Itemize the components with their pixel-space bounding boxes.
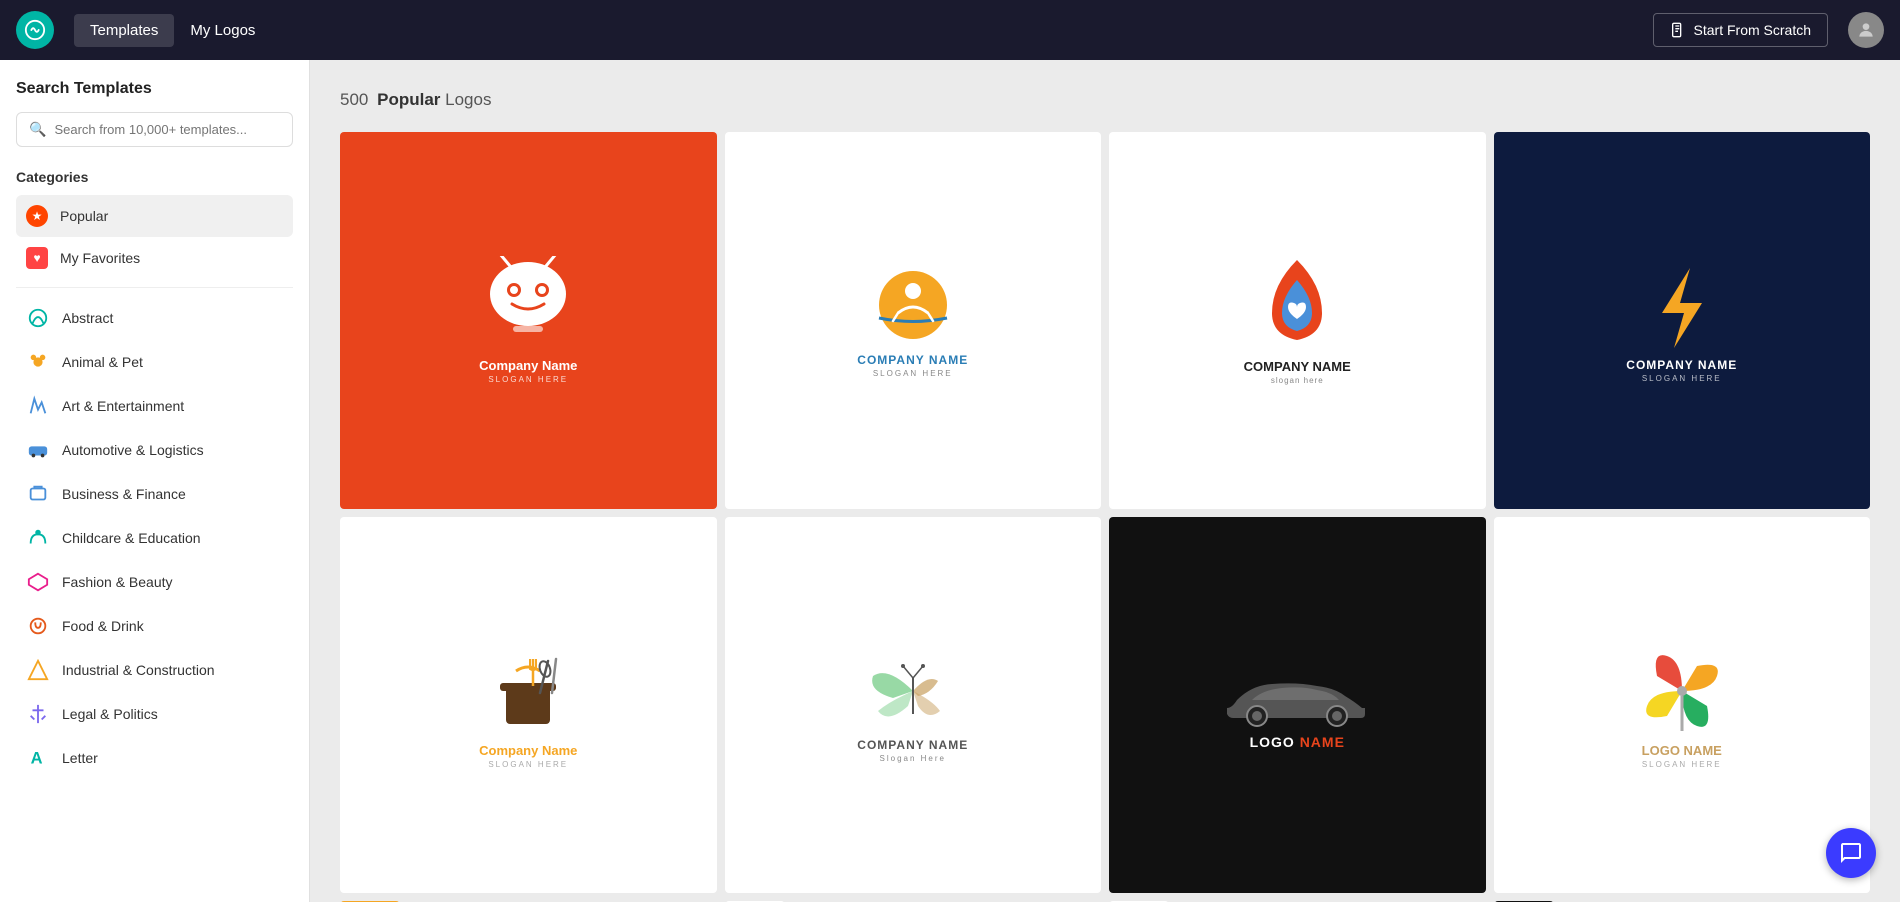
logo-card-5[interactable]: Company Name SLOGAN HERE [340,517,717,894]
abstract-icon [26,306,50,330]
childcare-icon [26,526,50,550]
legal-icon [26,702,50,726]
sidebar-item-letter[interactable]: A Letter [16,736,293,780]
category-label-industrial: Industrial & Construction [62,662,215,678]
main-layout: Search Templates 🔍 Categories ★ Popular … [0,60,1900,902]
search-icon: 🔍 [29,121,46,138]
sidebar-item-my-favorites[interactable]: ♥ My Favorites [16,237,293,279]
logo-card-8[interactable]: LOGO NAME SLOGAN HERE [1494,517,1871,894]
sidebar-item-food-drink[interactable]: Food & Drink [16,604,293,648]
logo-card-4[interactable]: COMPANY NAME SLOGAN HERE [1494,132,1871,509]
sidebar-title: Search Templates [16,80,293,98]
logo-grid: Company Name SLOGAN HERE [340,132,1870,902]
business-icon [26,482,50,506]
results-suffix: Logos [445,90,491,109]
category-label-abstract: Abstract [62,310,113,326]
category-label-childcare: Childcare & Education [62,530,201,546]
nav-templates[interactable]: Templates [74,14,174,47]
header-nav: Templates My Logos [74,14,271,47]
category-label-legal: Legal & Politics [62,706,158,722]
category-label-fashion: Fashion & Beauty [62,574,173,590]
category-label-my-favorites: My Favorites [60,250,140,266]
automotive-icon [26,438,50,462]
category-label-automotive: Automotive & Logistics [62,442,204,458]
sidebar-item-animal-pet[interactable]: Animal & Pet [16,340,293,384]
sidebar-item-art-entertainment[interactable]: Art & Entertainment [16,384,293,428]
category-label-popular: Popular [60,208,108,224]
sidebar-item-automotive[interactable]: Automotive & Logistics [16,428,293,472]
content-area: 500 Popular Logos [310,60,1900,902]
logo-card-3[interactable]: COMPANY NAME slogan here [1109,132,1486,509]
category-label-letter: Letter [62,750,98,766]
sidebar-item-industrial[interactable]: Industrial & Construction [16,648,293,692]
category-label-food-drink: Food & Drink [62,618,144,634]
sidebar-item-childcare-education[interactable]: Childcare & Education [16,516,293,560]
divider-1 [16,287,293,288]
category-label-animal-pet: Animal & Pet [62,354,143,370]
logo-card-1[interactable]: Company Name SLOGAN HERE [340,132,717,509]
art-icon [26,394,50,418]
app-logo[interactable] [16,11,54,49]
popular-icon: ★ [26,205,48,227]
category-label-business-finance: Business & Finance [62,486,186,502]
logo-card-6[interactable]: COMPANY NAME Slogan Here [725,517,1102,894]
user-avatar[interactable] [1848,12,1884,48]
sidebar-item-popular[interactable]: ★ Popular [16,195,293,237]
chat-bubble-button[interactable] [1826,828,1876,878]
category-label-art: Art & Entertainment [62,398,184,414]
sidebar: Search Templates 🔍 Categories ★ Popular … [0,60,310,902]
results-count: 500 [340,90,368,109]
fashion-icon [26,570,50,594]
industrial-icon [26,658,50,682]
letter-icon: A [26,746,50,770]
sidebar-item-business-finance[interactable]: Business & Finance [16,472,293,516]
categories-label: Categories [16,169,293,185]
results-keyword: Popular [377,90,440,109]
sidebar-item-legal-politics[interactable]: Legal & Politics [16,692,293,736]
search-box: 🔍 [16,112,293,147]
food-icon [26,614,50,638]
logo-card-2[interactable]: COMPANY NAME SLOGAN HERE [725,132,1102,509]
favorites-icon: ♥ [26,247,48,269]
nav-my-logos[interactable]: My Logos [174,14,271,47]
logo-card-7[interactable]: LOGO NAME [1109,517,1486,894]
search-input[interactable] [54,122,280,137]
sidebar-item-abstract[interactable]: Abstract [16,296,293,340]
start-from-scratch-button[interactable]: Start From Scratch [1653,13,1828,47]
header: Templates My Logos Start From Scratch [0,0,1900,60]
svg-text:A: A [31,750,43,768]
sidebar-item-fashion-beauty[interactable]: Fashion & Beauty [16,560,293,604]
animal-icon [26,350,50,374]
content-header: 500 Popular Logos [340,90,1870,110]
